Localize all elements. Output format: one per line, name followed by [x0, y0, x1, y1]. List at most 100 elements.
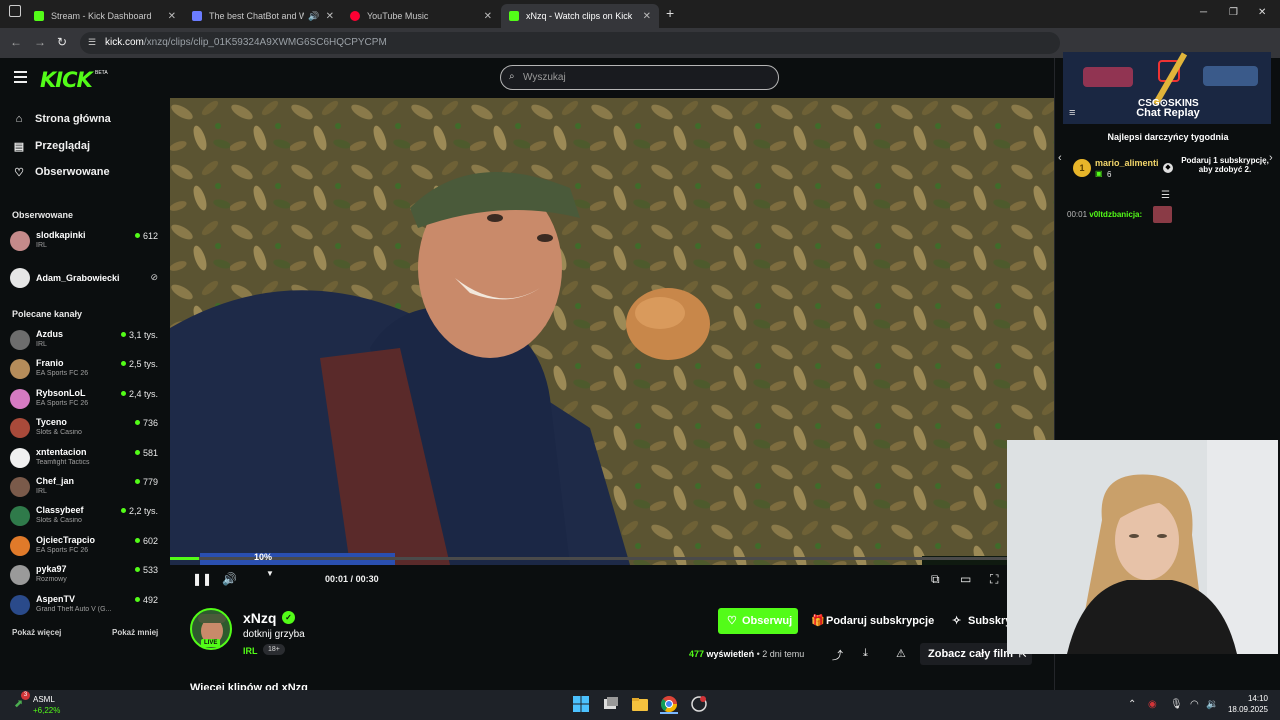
close-tab-icon[interactable]: ✕ [326, 11, 334, 22]
start-icon[interactable] [572, 696, 590, 714]
channel-item[interactable]: OjciecTrapcio EA Sports FC 26 602 [10, 532, 160, 560]
search-input[interactable]: ⌕ Wyszukaj [500, 65, 779, 90]
live-dot-icon [134, 567, 140, 573]
live-dot-icon [120, 508, 126, 514]
channel-name[interactable]: xNzq [243, 610, 276, 626]
progress-fill [170, 557, 200, 560]
app-icon[interactable] [690, 696, 708, 714]
message-user[interactable]: v0ltdzbanicja: [1089, 210, 1142, 219]
viewer-count-text: 581 [142, 447, 158, 458]
tab-youtube-music[interactable]: YouTube Music ✕ [342, 4, 500, 28]
progress-bar[interactable] [170, 557, 1054, 560]
chevron-left-icon[interactable]: ‹ [1058, 152, 1062, 164]
live-dot-icon [134, 420, 140, 426]
forward-icon[interactable]: → [34, 35, 46, 49]
viewer-count: 533 [134, 565, 158, 575]
minimize-button[interactable]: ─ [1200, 7, 1207, 18]
search-icon: ⌕ [509, 71, 515, 82]
chevron-up-icon[interactable]: ⌃ [1128, 699, 1136, 710]
clip-info: LIVE xNzq ✓ dotknij grzyba IRL 18+ ♡ Obs… [170, 595, 1054, 690]
file-explorer-icon[interactable] [631, 696, 649, 714]
share-icon[interactable]: ⤴ [832, 647, 843, 663]
channel-category: IRL [36, 242, 47, 249]
new-tab-button[interactable]: + [666, 5, 674, 21]
clock-date[interactable]: 18.09.2025 [1214, 705, 1268, 714]
channel-avatar [10, 594, 30, 615]
viewer-count-text: 779 [142, 477, 158, 487]
channel-category: EA Sports FC 26 [36, 370, 89, 378]
sparkle-icon: ✧ [952, 615, 962, 627]
channel-item[interactable]: pyka97 Rozmowy 533 [10, 561, 160, 589]
nav-label: Strona główna [35, 113, 111, 125]
nav-label: Obserwowane [35, 166, 110, 178]
clock-time[interactable]: 14:10 [1220, 694, 1268, 703]
menu-icon[interactable] [14, 71, 27, 83]
channel-item[interactable]: xntentacion Teamfight Tactics 581 [10, 444, 160, 472]
chrome-icon[interactable] [660, 696, 678, 714]
channel-item[interactable]: Tyceno Slots & Casino 736 [10, 414, 160, 442]
viewer-count: 2,2 tys. [120, 506, 158, 516]
nav-home[interactable]: ⌂ Strona główna [12, 109, 111, 129]
video-image [170, 98, 1054, 565]
close-tab-icon[interactable]: ✕ [484, 11, 492, 22]
top-donor-name[interactable]: mario_alimenti [1095, 158, 1159, 168]
theater-mode-icon[interactable]: ▭ [960, 572, 971, 586]
show-less-link[interactable]: Pokaż mniej [112, 628, 158, 637]
viewer-count: 602 [134, 535, 158, 546]
channel-item[interactable]: Classybeef Slots & Casino 2,2 tys. [10, 502, 160, 530]
seek-tooltip: 10% [254, 552, 273, 562]
volume-icon[interactable]: 🔊 [222, 572, 237, 586]
viewer-count-text: 602 [142, 535, 158, 546]
download-icon[interactable]: ⤓ [863, 647, 868, 660]
category-link[interactable]: IRL [243, 646, 258, 656]
nav-browse[interactable]: ▤ Przeglądaj [12, 136, 90, 156]
live-badge: LIVE [201, 639, 221, 647]
reload-icon[interactable]: ↻ [57, 35, 67, 49]
security-icon[interactable]: ◉ [1148, 699, 1157, 710]
fullscreen-icon[interactable]: ⛶ [990, 572, 998, 587]
close-window-button[interactable]: ✕ [1258, 7, 1266, 18]
url-field[interactable]: ☰ kick.com/xnzq/clips/clip_01K59324A9XWM… [80, 32, 1060, 54]
channel-item[interactable]: Franio EA Sports FC 26 2,5 tys. [10, 355, 160, 383]
close-tab-icon[interactable]: ✕ [168, 11, 176, 22]
tab-switcher-icon[interactable] [9, 5, 21, 17]
site-info-icon[interactable]: ☰ [88, 37, 96, 48]
channel-avatar [10, 506, 30, 527]
channel-item[interactable]: slodkapinki IRL 612 [10, 227, 160, 255]
channel-item[interactable]: RybsonLoL EA Sports FC 26 2,4 tys. [10, 385, 160, 413]
channel-avatar [10, 477, 30, 497]
more-clips-heading: Więcej klipów od xNzq [190, 682, 308, 690]
channel-avatar [10, 359, 30, 380]
speaker-icon[interactable]: 🔊 [308, 11, 319, 22]
microphone-icon[interactable]: 🎙 [1170, 699, 1183, 710]
subscribe-button[interactable]: ✧ Subskrybuj [944, 608, 1014, 634]
stock-name: ASML [33, 695, 55, 704]
follow-button[interactable]: ♡ Obserwuj [718, 608, 798, 634]
channel-item[interactable]: Adam_Grabowiecki ⊘ [10, 264, 160, 292]
show-more-link[interactable]: Pokaż więcej [12, 628, 61, 637]
gift-subs-button[interactable]: 🎁 Podaruj subskrypcje [803, 608, 939, 634]
video-frame[interactable] [170, 98, 1054, 565]
followed-heading: Obserwowane [12, 210, 74, 220]
maximize-button[interactable]: ❐ [1229, 7, 1238, 18]
tab-chatbot[interactable]: The best ChatBot and Widg 🔊 ✕ [184, 4, 342, 28]
kick-logo[interactable]: KICK [40, 68, 93, 92]
tab-kick-dashboard[interactable]: Stream - Kick Dashboard ✕ [26, 4, 184, 28]
report-icon[interactable]: ⚠ [896, 647, 906, 660]
task-view-icon[interactable] [602, 696, 620, 714]
pause-icon[interactable]: ❚❚ [192, 572, 212, 586]
back-icon[interactable]: ← [10, 35, 22, 49]
collapse-icon[interactable]: ☰ [1161, 190, 1170, 201]
wifi-icon[interactable]: ◠ [1190, 699, 1199, 710]
channel-item[interactable]: Chef_jan IRL 779 [10, 473, 160, 501]
viewer-count-text: 2,5 tys. [128, 359, 158, 370]
gift-cta[interactable]: Podaruj 1 subskrypcję, aby zdobyć 2. [1180, 156, 1270, 174]
miniplayer-icon[interactable]: ⧉ [931, 572, 940, 587]
gift-coin-icon: ◆ [1163, 163, 1173, 173]
nav-following[interactable]: ♡ Obserwowane [12, 162, 110, 182]
close-tab-icon[interactable]: ✕ [643, 11, 651, 22]
channel-item[interactable]: AspenTV Grand Theft Auto V (G... 492 [10, 591, 160, 619]
tab-kick-clips[interactable]: xNzq - Watch clips on Kick ✕ [501, 4, 659, 28]
browse-icon: ▤ [13, 140, 25, 153]
channel-item[interactable]: Azdus IRL 3,1 tys. [10, 326, 160, 354]
